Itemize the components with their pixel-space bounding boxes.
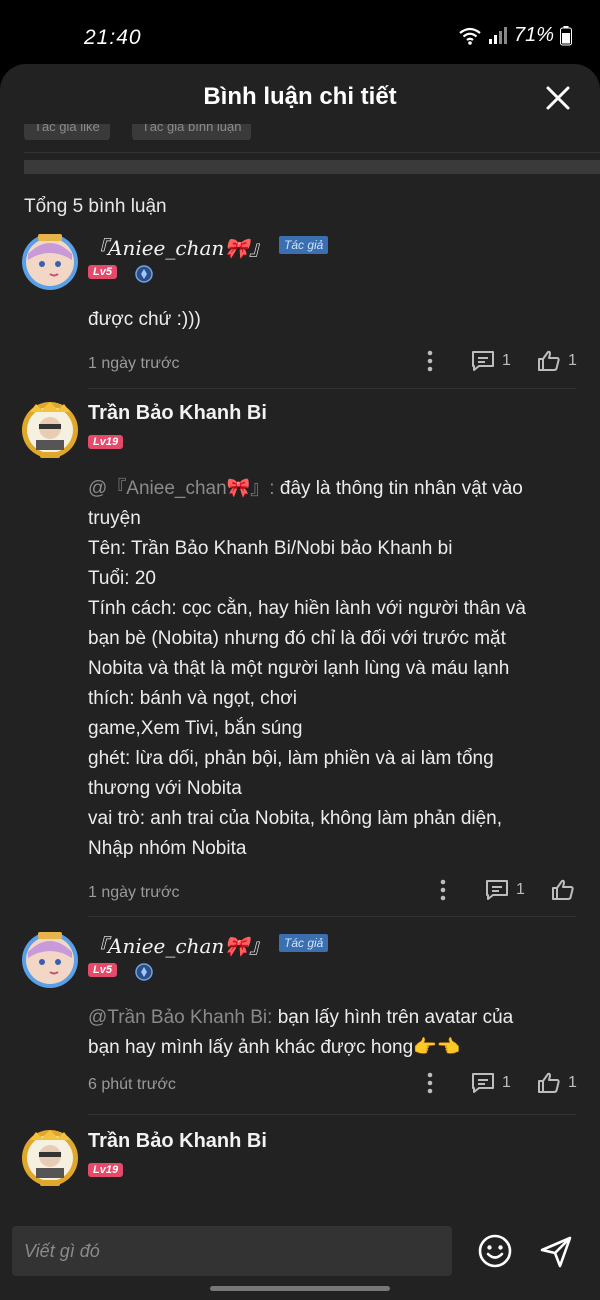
avatar[interactable]	[20, 400, 80, 460]
reply-icon	[486, 880, 508, 900]
reply-count: 1	[516, 881, 525, 898]
reply-button[interactable]: 1	[485, 879, 525, 901]
filter-author-like[interactable]: Tác giả like	[24, 124, 110, 140]
reply-icon	[472, 1073, 494, 1093]
comment-line: bạn bè (Nobita) nhưng đó chỉ là đối với …	[88, 628, 506, 649]
comment-line: Nhập nhóm Nobita	[88, 838, 247, 859]
filter-chips: Tác giả like Tác giả bình luận	[24, 124, 252, 140]
reply-icon	[472, 351, 494, 371]
level-badge: Lv5	[88, 265, 117, 279]
comment-input[interactable]: Viết gì đó	[12, 1226, 452, 1276]
reply-count: 1	[502, 352, 511, 369]
status-icons: 71%	[458, 24, 572, 47]
mention[interactable]: @Trần Bảo Khanh Bi:	[88, 1007, 278, 1028]
more-icon[interactable]	[439, 879, 447, 901]
like-count: 1	[568, 352, 577, 369]
comment-time: 1 ngày trước	[88, 355, 180, 372]
reply-button[interactable]: 1	[471, 1072, 511, 1094]
thumbs-up-icon	[552, 879, 574, 900]
comment-line: bạn lấy hình trên avatar của	[277, 1007, 514, 1028]
status-bar: 21:40 71%	[0, 0, 600, 64]
comment-line: Tính cách: cọc cằn, hay hiền lành với ng…	[88, 598, 526, 619]
reply-count: 1	[502, 1074, 511, 1091]
comment-divider	[88, 1114, 576, 1115]
author-badge: Tác giả	[279, 236, 329, 254]
commenter-name[interactable]: 『Aniee_chan🎀』	[88, 232, 269, 261]
commenter-name[interactable]: 『Aniee_chan🎀』	[88, 930, 269, 959]
comment-line: ghét: lừa dối, phản bội, làm phiền và ai…	[88, 748, 494, 769]
comment-line: vai trò: anh trai của Nobita, không làm …	[88, 808, 503, 829]
comment-count: Tổng 5 bình luận	[24, 196, 167, 217]
commenter-name[interactable]: Trần Bảo Khanh Bi	[88, 1130, 267, 1153]
emoji-icon[interactable]	[477, 1233, 513, 1269]
comment-line: đây là thông tin nhân vật vào	[279, 478, 523, 499]
sheet-header: Bình luận chi tiết	[0, 64, 600, 130]
comment-line: Tuổi: 20	[88, 568, 156, 589]
send-icon[interactable]	[538, 1234, 574, 1270]
avatar[interactable]	[20, 1128, 80, 1188]
divider	[24, 152, 600, 153]
like-count: 1	[568, 1074, 577, 1091]
comment-divider	[88, 916, 576, 917]
home-indicator[interactable]	[210, 1286, 390, 1291]
comment-line: Nobita và thật là một người lạnh lùng và…	[88, 658, 510, 679]
commenter-name[interactable]: Trần Bảo Khanh Bi	[88, 402, 267, 425]
page-title: Bình luận chi tiết	[203, 83, 397, 110]
comment-line: Tên: Trần Bảo Khanh Bi/Nobi bảo Khanh bi	[88, 538, 453, 559]
status-time: 21:40	[84, 26, 142, 49]
comment-text: @『Aniee_chan🎀』: đây là thông tin nhân vậ…	[88, 474, 578, 864]
comment-text: được chứ :)))	[88, 309, 201, 330]
author-badge: Tác giả	[279, 934, 329, 952]
section-divider	[24, 160, 600, 174]
thumbs-up-icon	[538, 350, 560, 371]
wifi-icon	[459, 27, 481, 45]
more-icon[interactable]	[426, 350, 434, 372]
more-icon[interactable]	[426, 1072, 434, 1094]
mention[interactable]: @『Aniee_chan🎀』:	[88, 478, 280, 499]
comment-line: game,Xem Tivi, bắn súng	[88, 718, 303, 739]
close-icon[interactable]	[544, 84, 572, 112]
comment-time: 1 ngày trước	[88, 884, 180, 901]
level-badge: Lv19	[88, 1163, 124, 1177]
comment-divider	[88, 388, 576, 389]
level-badge: Lv19	[88, 435, 124, 449]
comment-line: thương với Nobita	[88, 778, 242, 799]
like-button[interactable]	[551, 879, 575, 901]
comment-text: @Trần Bảo Khanh Bi: bạn lấy hình trên av…	[88, 1003, 578, 1063]
comment-line: truyện	[88, 508, 141, 529]
filter-author-comment[interactable]: Tác giả bình luận	[131, 124, 252, 140]
battery-icon	[560, 25, 572, 45]
reply-button[interactable]: 1	[471, 350, 511, 372]
avatar[interactable]	[20, 232, 80, 292]
battery-percent: 71%	[513, 24, 554, 46]
avatar[interactable]	[20, 930, 80, 990]
level-badge: Lv5	[88, 963, 117, 977]
thumbs-up-icon	[538, 1072, 560, 1093]
verified-icon	[135, 265, 153, 283]
comment-line: thích: bánh và ngọt, chơi	[88, 688, 297, 709]
signal-icon	[488, 26, 507, 44]
like-button[interactable]: 1	[537, 1072, 577, 1094]
comment-line: bạn hay mình lấy ảnh khác được hong👉👈	[88, 1037, 461, 1058]
like-button[interactable]: 1	[537, 350, 577, 372]
comments-sheet: Bình luận chi tiết Tác giả like Tác giả …	[0, 64, 600, 1300]
comment-time: 6 phút trước	[88, 1076, 176, 1093]
verified-icon	[135, 963, 153, 981]
